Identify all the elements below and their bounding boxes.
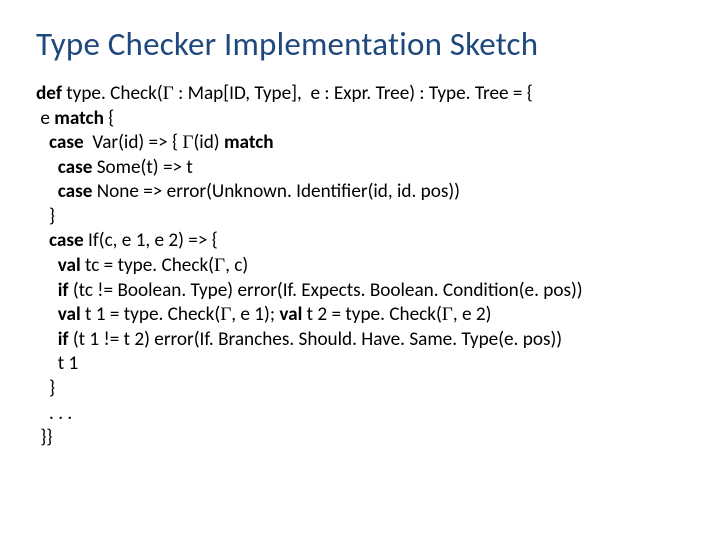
code-text xyxy=(36,254,58,277)
code-text: If(c, e 1, e 2) => { xyxy=(84,229,222,252)
keyword-match: match xyxy=(224,131,274,154)
code-text: t 1 = type. Check( xyxy=(81,303,221,326)
keyword-case: case xyxy=(58,180,93,203)
code-text xyxy=(36,131,49,154)
code-text: Var(id) => { xyxy=(84,131,183,154)
keyword-if: if xyxy=(58,328,69,351)
code-text: , c) xyxy=(225,254,248,277)
code-text: (tc != Boolean. Type) error(If. Expects.… xyxy=(69,279,583,302)
keyword-def: def xyxy=(36,82,62,105)
gamma-symbol: Γ xyxy=(163,83,174,104)
keyword-case: case xyxy=(49,229,84,252)
code-text: tc = type. Check( xyxy=(81,254,214,277)
code-text: (id) xyxy=(193,131,223,154)
keyword-if: if xyxy=(58,279,69,302)
gamma-symbol: Γ xyxy=(214,255,225,276)
keyword-case: case xyxy=(49,131,84,154)
code-text xyxy=(36,279,58,302)
code-text: t 2 = type. Check( xyxy=(302,303,442,326)
keyword-match: match xyxy=(54,107,104,130)
code-text: . . . xyxy=(36,402,72,425)
code-text: type. Check( xyxy=(62,82,163,105)
code-text: (t 1 != t 2) error(If. Branches. Should.… xyxy=(69,328,563,351)
code-text xyxy=(36,303,58,326)
code-text xyxy=(36,229,49,252)
code-text: t 1 xyxy=(36,352,78,375)
code-text xyxy=(36,156,58,179)
slide-title: Type Checker Implementation Sketch xyxy=(36,24,684,64)
gamma-symbol: Γ xyxy=(220,304,231,325)
gamma-symbol: Γ xyxy=(182,132,193,153)
code-text xyxy=(36,180,58,203)
code-text: } xyxy=(36,205,55,228)
code-text: } xyxy=(36,377,55,400)
code-text: , e 1); xyxy=(231,303,279,326)
code-text: , e 2) xyxy=(453,303,492,326)
code-text: }} xyxy=(36,426,52,449)
code-text xyxy=(36,328,58,351)
keyword-val: val xyxy=(279,303,302,326)
keyword-val: val xyxy=(58,254,81,277)
code-text: : Map[ID, Type], e : Expr. Tree) : Type.… xyxy=(174,82,533,105)
code-text: None => error(Unknown. Identifier(id, id… xyxy=(92,180,460,203)
gamma-symbol: Γ xyxy=(442,304,453,325)
code-text: e xyxy=(36,107,54,130)
slide: Type Checker Implementation Sketch def t… xyxy=(0,0,720,540)
keyword-case: case xyxy=(58,156,93,179)
keyword-val: val xyxy=(58,303,81,326)
code-text: { xyxy=(104,107,114,130)
code-block: def type. Check(Γ : Map[ID, Type], e : E… xyxy=(36,82,684,451)
code-text: Some(t) => t xyxy=(92,156,192,179)
